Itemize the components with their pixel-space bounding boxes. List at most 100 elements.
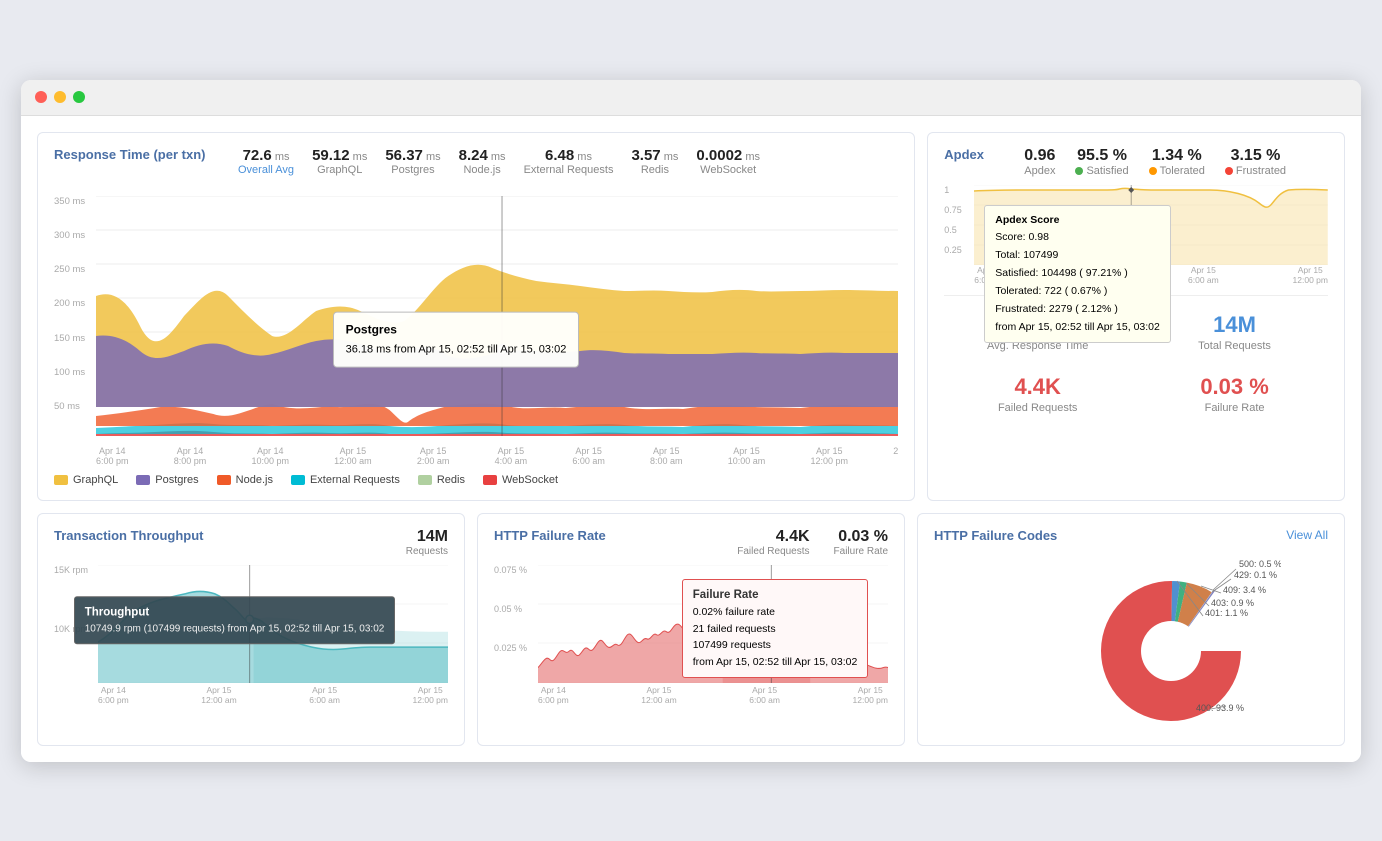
apdex-chart: 1 0.75 0.5 0.25 <box>944 185 1328 285</box>
failure-rate-tooltip-line2: 21 failed requests <box>693 621 858 638</box>
rt-metric-label: Redis <box>641 164 669 176</box>
browser-window: Response Time (per txn) 72.6 msOverall A… <box>21 80 1361 762</box>
apdex-header: Apdex 0.96 Apdex 95.5 % Satisfied <box>944 147 1328 177</box>
failure-rate-tooltip-line4: from Apr 15, 02:52 till Apr 15, 03:02 <box>693 654 858 671</box>
failure-rate-stat-label: Failure Rate <box>834 546 888 557</box>
apdex-stat-failed-requests: 4.4K Failed Requests <box>944 368 1131 420</box>
legend-label: Redis <box>437 474 465 486</box>
failure-rate-stat: 0.03 % Failure Rate <box>834 528 888 557</box>
rt-metric-value: 0.0002 ms <box>696 147 760 164</box>
close-icon[interactable] <box>35 91 47 103</box>
failure-rate-tooltip-title: Failure Rate <box>693 586 858 604</box>
minimize-icon[interactable] <box>54 91 66 103</box>
x-label: Apr 146:00 pm <box>96 446 129 466</box>
x-label: Apr 152:00 am <box>417 446 450 466</box>
top-row: Response Time (per txn) 72.6 msOverall A… <box>37 132 1345 501</box>
apdex-tooltip-frustrated: Frustrated: 2279 ( 2.12% ) <box>995 301 1160 319</box>
apdex-tooltip-title: Apdex Score <box>995 212 1160 230</box>
apdex-tooltip: Apdex Score Score: 0.98 Total: 107499 Sa… <box>984 205 1171 344</box>
failure-rate-tooltip: Failure Rate 0.02% failure rate 21 faile… <box>682 579 869 679</box>
legend-label: WebSocket <box>502 474 558 486</box>
rt-metric-label: Overall Avg <box>238 164 294 176</box>
apdex-frustrated-label: Frustrated <box>1225 165 1286 177</box>
legend-label: GraphQL <box>73 474 118 486</box>
maximize-icon[interactable] <box>73 91 85 103</box>
rt-metric-value: 8.24 ms <box>459 147 506 164</box>
rt-metric-value: 56.37 ms <box>385 147 440 164</box>
throughput-stats: 14M Requests <box>406 528 448 557</box>
failure-rate-tooltip-line3: 107499 requests <box>693 637 858 654</box>
apdex-tooltip-total: Total: 107499 <box>995 247 1160 265</box>
failure-rate-value: 0.03 % <box>1200 374 1269 400</box>
bottom-row: Transaction Throughput 14M Requests 15K … <box>37 513 1345 746</box>
apdex-score-value: 0.96 <box>1024 147 1055 165</box>
rt-metric-label: Postgres <box>391 164 434 176</box>
x-label: Apr 1410:00 pm <box>251 446 289 466</box>
rt-metric: 8.24 msNode.js <box>459 147 506 176</box>
apdex-metric-score: 0.96 Apdex <box>1024 147 1055 177</box>
apdex-satisfied-value: 95.5 % <box>1077 147 1127 165</box>
rt-metric-label: External Requests <box>524 164 614 176</box>
failed-requests-value: 4.4K <box>1014 374 1060 400</box>
apdex-tolerated-label: Tolerated <box>1149 165 1205 177</box>
legend-item: GraphQL <box>54 474 118 486</box>
legend-color-postgres <box>136 475 150 485</box>
y-label: 350 ms <box>54 196 92 207</box>
browser-bar <box>21 80 1361 116</box>
legend-item: Postgres <box>136 474 198 486</box>
apdex-metric-tolerated: 1.34 % Tolerated <box>1149 147 1205 177</box>
rt-metric-label: Node.js <box>463 164 500 176</box>
svg-text:403: 0.9 %: 403: 0.9 % <box>1211 598 1254 608</box>
rt-metric-label: GraphQL <box>317 164 362 176</box>
apdex-satisfied-label: Satisfied <box>1075 165 1128 177</box>
throughput-tooltip-title: Throughput <box>85 603 385 621</box>
rt-metric: 6.48 msExternal Requests <box>524 147 614 176</box>
apdex-tolerated-value: 1.34 % <box>1152 147 1202 165</box>
apdex-score-label: Apdex <box>1024 165 1055 177</box>
x-label: Apr 1512:00 am <box>334 446 372 466</box>
throughput-panel: Transaction Throughput 14M Requests 15K … <box>37 513 465 746</box>
x-label: Apr 154:00 am <box>495 446 528 466</box>
svg-text:401: 1.1 %: 401: 1.1 % <box>1205 608 1248 618</box>
pie-chart-area: 500: 0.5 % 429: 0.1 % 409: 3.4 % 403: 0.… <box>934 551 1328 731</box>
y-label: 250 ms <box>54 264 92 275</box>
apdex-stat-failure-rate: 0.03 % Failure Rate <box>1141 368 1328 420</box>
apdex-tooltip-from: from Apr 15, 02:52 till Apr 15, 03:02 <box>995 319 1160 337</box>
x-label: Apr 1512:00 pm <box>810 446 848 466</box>
legend-color-redis <box>418 475 432 485</box>
rt-metric: 59.12 msGraphQL <box>312 147 367 176</box>
x-label: Apr 1510:00 am <box>728 446 766 466</box>
apdex-metric-frustrated: 3.15 % Frustrated <box>1225 147 1286 177</box>
legend-item: Redis <box>418 474 465 486</box>
rt-metric-value: 59.12 ms <box>312 147 367 164</box>
throughput-header: Transaction Throughput 14M Requests <box>54 528 448 557</box>
y-label: 300 ms <box>54 230 92 241</box>
apdex-tooltip-tolerated: Tolerated: 722 ( 0.67% ) <box>995 283 1160 301</box>
failure-codes-panel: HTTP Failure Codes View All <box>917 513 1345 746</box>
view-all-link[interactable]: View All <box>1286 528 1328 542</box>
apdex-metric-satisfied: 95.5 % Satisfied <box>1075 147 1128 177</box>
y-label: 200 ms <box>54 298 92 309</box>
rt-metric-value: 6.48 ms <box>545 147 592 164</box>
rt-metric-label: WebSocket <box>700 164 756 176</box>
chart-legend: GraphQL Postgres Node.js External Reques… <box>54 474 898 486</box>
failure-rate-stat-value: 0.03 % <box>834 528 888 546</box>
rt-metric: 56.37 msPostgres <box>385 147 440 176</box>
throughput-label: Requests <box>406 546 448 557</box>
x-label: Apr 158:00 am <box>650 446 683 466</box>
legend-color-external <box>291 475 305 485</box>
response-time-svg <box>96 196 898 436</box>
throughput-value: 14M <box>406 528 448 546</box>
legend-item: WebSocket <box>483 474 558 486</box>
failure-panel-stats: 4.4K Failed Requests 0.03 % Failure Rate <box>737 528 888 557</box>
rt-header: Response Time (per txn) 72.6 msOverall A… <box>54 147 898 176</box>
failed-requests-stat-label: Failed Requests <box>737 546 809 557</box>
tolerated-dot <box>1149 167 1157 175</box>
legend-color-nodejs <box>217 475 231 485</box>
throughput-tooltip-body: 10749.9 rpm (107499 requests) from Apr 1… <box>85 621 385 637</box>
apdex-panel: Apdex 0.96 Apdex 95.5 % Satisfied <box>927 132 1345 501</box>
legend-color-graphql <box>54 475 68 485</box>
failed-requests-stat: 4.4K Failed Requests <box>737 528 809 557</box>
throughput-title: Transaction Throughput <box>54 528 204 543</box>
legend-label: External Requests <box>310 474 400 486</box>
